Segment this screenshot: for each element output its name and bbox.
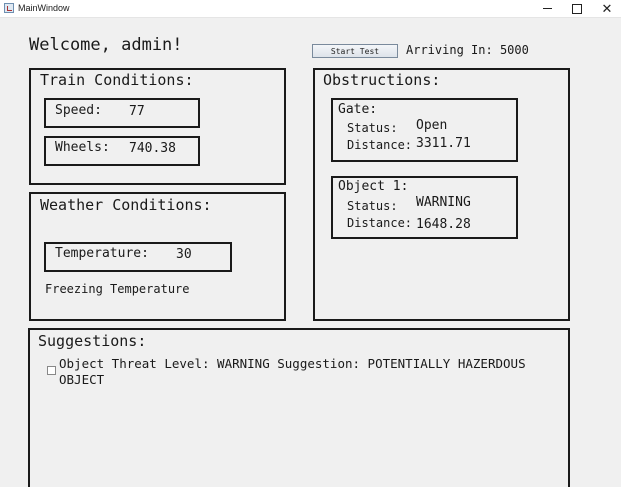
suggestion-checkbox[interactable]: [47, 366, 56, 375]
maximize-icon: [572, 3, 582, 14]
object1-distance-value: 1648.28: [416, 217, 471, 232]
object1-status-value: WARNING: [416, 195, 471, 210]
suggestions-title: Suggestions:: [38, 332, 147, 350]
close-button[interactable]: ✕: [592, 0, 621, 17]
start-test-button[interactable]: Start Test: [312, 44, 398, 58]
weather-conditions-title: Weather Conditions:: [40, 196, 212, 214]
java-app-icon: [4, 3, 14, 13]
obstructions-title: Obstructions:: [323, 71, 441, 89]
speed-value: 77: [129, 104, 145, 119]
wheels-label: Wheels:: [55, 140, 110, 155]
close-icon: ✕: [601, 0, 613, 16]
temperature-value: 30: [176, 247, 192, 262]
object1-distance-label: Distance:: [347, 216, 413, 230]
train-conditions-title: Train Conditions:: [40, 71, 194, 89]
window-title: MainWindow: [18, 3, 70, 13]
maximize-button[interactable]: [562, 0, 592, 17]
arriving-in-label: Arriving In:: [406, 43, 493, 57]
arriving-in-value: 5000: [499, 43, 529, 57]
wheels-value: 740.38: [129, 141, 176, 156]
suggestion-item-text: Object Threat Level: WARNING Suggestion:…: [59, 356, 526, 387]
arriving-in-readout: Arriving In: 5000: [406, 43, 529, 57]
title-bar: MainWindow ✕: [0, 0, 621, 18]
object1-title: Object 1:: [338, 179, 409, 194]
speed-label: Speed:: [55, 103, 102, 118]
object1-status-label: Status:: [347, 199, 398, 213]
weather-status-text: Freezing Temperature: [45, 282, 190, 296]
minimize-icon: [542, 8, 552, 9]
gate-distance-value: 3311.71: [416, 136, 471, 151]
gate-title: Gate:: [338, 102, 378, 117]
temperature-label: Temperature:: [55, 246, 149, 261]
welcome-heading: Welcome, admin!: [29, 35, 183, 55]
gate-status-label: Status:: [347, 121, 398, 135]
suggestions-panel: [28, 328, 570, 487]
gate-distance-label: Distance:: [347, 138, 413, 152]
gate-status-value: Open: [416, 118, 448, 133]
minimize-button[interactable]: [532, 0, 562, 17]
